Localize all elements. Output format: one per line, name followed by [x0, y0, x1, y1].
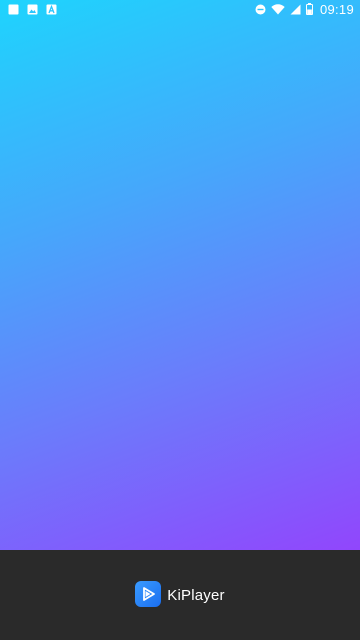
- status-bar-left: [8, 4, 57, 15]
- status-bar-right: 09:19: [255, 2, 354, 17]
- app-name: KiPlayer: [167, 586, 225, 604]
- image-icon: [27, 4, 38, 15]
- app-a-icon: [46, 4, 57, 15]
- play-logo-icon: [135, 581, 162, 607]
- branding-bar: KiPlayer: [0, 550, 360, 640]
- notification-square-icon: [8, 4, 19, 15]
- signal-icon: [290, 4, 301, 15]
- status-time: 09:19: [319, 1, 354, 17]
- splash-background: [0, 0, 360, 550]
- battery-icon: [305, 3, 313, 15]
- do-not-disturb-icon: [255, 4, 266, 15]
- status-bar: 09:19: [0, 0, 360, 18]
- wifi-icon: [271, 3, 285, 15]
